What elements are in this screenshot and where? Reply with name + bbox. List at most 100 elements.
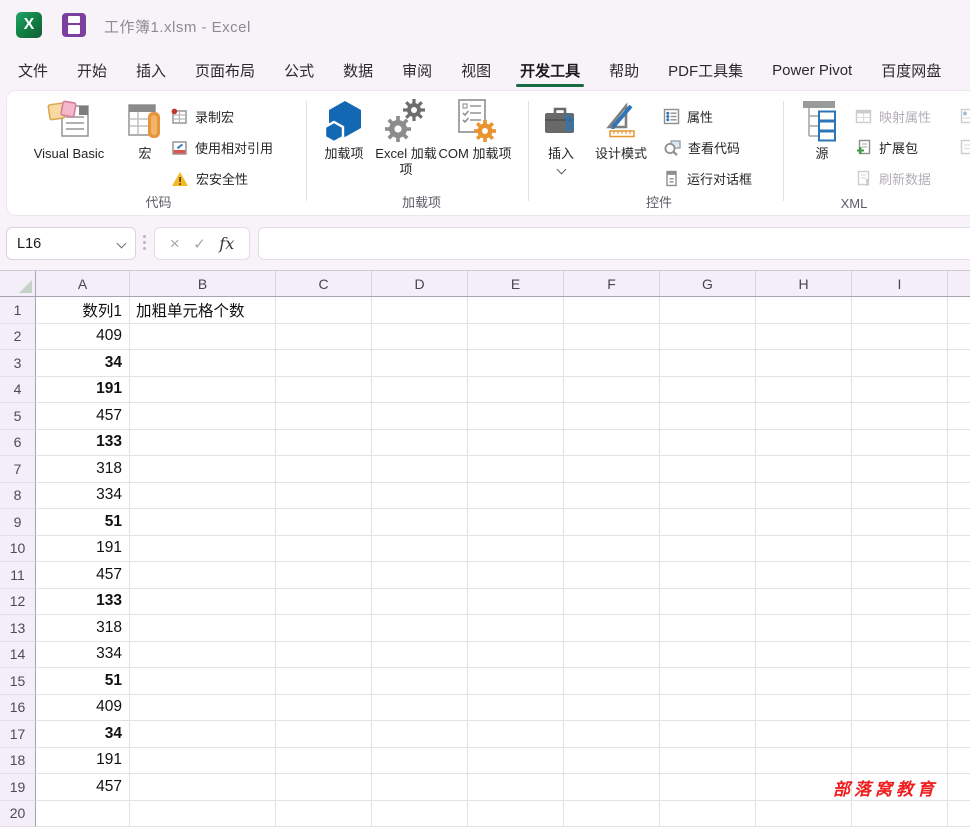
cell-F15[interactable]	[564, 668, 660, 695]
properties-button[interactable]: 属性	[663, 101, 752, 132]
cell-D7[interactable]	[372, 456, 468, 483]
cell-B16[interactable]	[130, 694, 276, 721]
cell-I6[interactable]	[852, 429, 948, 456]
cell-B19[interactable]	[130, 774, 276, 801]
col-header-F[interactable]: F	[564, 271, 660, 296]
cell-C8[interactable]	[276, 482, 372, 509]
cell-H17[interactable]	[756, 721, 852, 748]
cell-F18[interactable]	[564, 747, 660, 774]
cell-C7[interactable]	[276, 456, 372, 483]
col-header-B[interactable]: B	[130, 271, 276, 296]
cell-D20[interactable]	[372, 800, 468, 827]
cell-I20[interactable]	[852, 800, 948, 827]
cell-C16[interactable]	[276, 694, 372, 721]
col-header-A[interactable]: A	[36, 271, 130, 296]
cell-I18[interactable]	[852, 747, 948, 774]
cell-partial-1[interactable]	[948, 297, 970, 324]
cell-G15[interactable]	[660, 668, 756, 695]
cell-I10[interactable]	[852, 535, 948, 562]
cell-G17[interactable]	[660, 721, 756, 748]
formula-input[interactable]	[258, 227, 970, 260]
cell-F3[interactable]	[564, 350, 660, 377]
cell-E6[interactable]	[468, 429, 564, 456]
cell-partial-12[interactable]	[948, 589, 970, 615]
cell-C4[interactable]	[276, 376, 372, 403]
cell-F17[interactable]	[564, 721, 660, 748]
cell-D14[interactable]	[372, 641, 468, 668]
tab-page-layout[interactable]: 页面布局	[195, 50, 255, 90]
cell-B2[interactable]	[130, 323, 276, 350]
row-header-17[interactable]: 17	[0, 721, 36, 748]
cell-C13[interactable]	[276, 615, 372, 642]
cell-C20[interactable]	[276, 800, 372, 827]
cell-F4[interactable]	[564, 376, 660, 403]
cell-E9[interactable]	[468, 509, 564, 536]
cell-G14[interactable]	[660, 641, 756, 668]
cell-D19[interactable]	[372, 774, 468, 801]
cell-I14[interactable]	[852, 641, 948, 668]
cell-G9[interactable]	[660, 509, 756, 536]
formula-bar-handle[interactable]	[143, 235, 146, 250]
tab-file[interactable]: 文件	[18, 50, 48, 90]
cell-E15[interactable]	[468, 668, 564, 695]
cell-C6[interactable]	[276, 429, 372, 456]
cell-F2[interactable]	[564, 323, 660, 350]
cell-D3[interactable]	[372, 350, 468, 377]
cell-F12[interactable]	[564, 588, 660, 615]
use-relative-references-button[interactable]: 使用相对引用	[171, 132, 273, 163]
tab-formulas[interactable]: 公式	[284, 50, 314, 90]
tab-help[interactable]: 帮助	[609, 50, 639, 90]
tab-baidu-netdisk[interactable]: 百度网盘	[881, 50, 941, 90]
cell-C1[interactable]	[276, 297, 372, 324]
cell-B9[interactable]	[130, 509, 276, 536]
row-header-14[interactable]: 14	[0, 641, 36, 668]
cell-D10[interactable]	[372, 535, 468, 562]
visual-basic-button[interactable]: Visual Basic	[19, 97, 119, 162]
cell-G19[interactable]	[660, 774, 756, 801]
cell-A15[interactable]: 51	[36, 668, 130, 695]
cell-I11[interactable]	[852, 562, 948, 589]
cell-D2[interactable]	[372, 323, 468, 350]
row-header-15[interactable]: 15	[0, 668, 36, 695]
cell-F10[interactable]	[564, 535, 660, 562]
expansion-packs-button[interactable]: 扩展包	[855, 132, 931, 163]
row-header-8[interactable]: 8	[0, 482, 36, 509]
cell-C3[interactable]	[276, 350, 372, 377]
cell-partial-3[interactable]	[948, 350, 970, 377]
cell-E1[interactable]	[468, 297, 564, 324]
cell-H20[interactable]	[756, 800, 852, 827]
cell-H10[interactable]	[756, 535, 852, 562]
cell-H2[interactable]	[756, 323, 852, 350]
cell-B3[interactable]	[130, 350, 276, 377]
tab-data[interactable]: 数据	[343, 50, 373, 90]
row-header-18[interactable]: 18	[0, 747, 36, 774]
cell-B11[interactable]	[130, 562, 276, 589]
cell-E12[interactable]	[468, 588, 564, 615]
cell-H5[interactable]	[756, 403, 852, 430]
save-icon[interactable]	[62, 13, 86, 37]
cell-G8[interactable]	[660, 482, 756, 509]
run-dialog-button[interactable]: 运行对话框	[663, 163, 752, 194]
cell-E13[interactable]	[468, 615, 564, 642]
cell-D16[interactable]	[372, 694, 468, 721]
cell-E11[interactable]	[468, 562, 564, 589]
tab-view[interactable]: 视图	[461, 50, 491, 90]
cell-F1[interactable]	[564, 297, 660, 324]
cell-B10[interactable]	[130, 535, 276, 562]
cell-A16[interactable]: 409	[36, 694, 130, 721]
cell-partial-13[interactable]	[948, 615, 970, 642]
macros-button[interactable]: 宏	[123, 97, 167, 162]
cell-E7[interactable]	[468, 456, 564, 483]
cell-F8[interactable]	[564, 482, 660, 509]
cell-G18[interactable]	[660, 747, 756, 774]
tab-power-pivot[interactable]: Power Pivot	[772, 50, 852, 90]
col-header-E[interactable]: E	[468, 271, 564, 296]
cell-H13[interactable]	[756, 615, 852, 642]
cell-G7[interactable]	[660, 456, 756, 483]
cell-B12[interactable]	[130, 588, 276, 615]
cell-F7[interactable]	[564, 456, 660, 483]
cell-H8[interactable]	[756, 482, 852, 509]
cell-I7[interactable]	[852, 456, 948, 483]
cell-B13[interactable]	[130, 615, 276, 642]
cell-D11[interactable]	[372, 562, 468, 589]
